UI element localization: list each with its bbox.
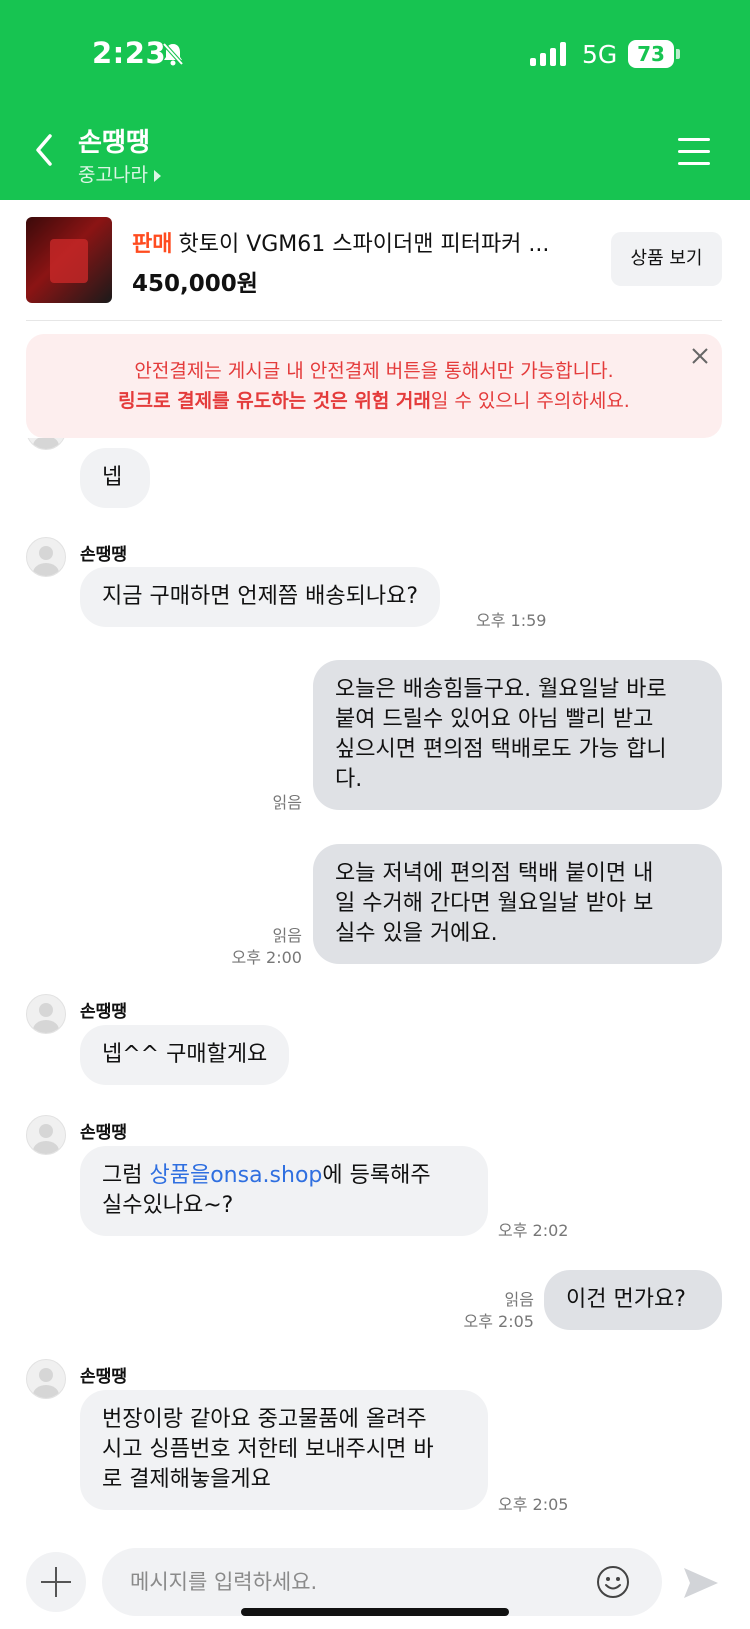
avatar[interactable] <box>26 994 66 1034</box>
message-bubble-outgoing: 오늘은 배송힘들구요. 월요일날 바로 붙여 드릴수 있어요 아님 빨리 받고 … <box>313 660 722 810</box>
subtitle-label: 중고나라 <box>78 164 148 186</box>
sender-name: 손땡땡 <box>80 1367 127 1387</box>
product-price: 450,000원 <box>132 271 258 297</box>
view-product-button[interactable]: 상품 보기 <box>611 232 722 286</box>
read-receipt: 읽음 <box>272 926 302 945</box>
read-receipt: 읽음 <box>272 793 302 812</box>
product-thumbnail[interactable] <box>26 217 112 303</box>
chevron-right-icon <box>153 169 161 182</box>
warning-rest: 일 수 있으니 주의하세요. <box>430 390 630 412</box>
chat-title: 손땡땡 <box>78 128 150 158</box>
product-name: 핫토이 VGM61 스파이더맨 피터파커 ... <box>178 232 550 257</box>
message-bubble-incoming: 넵^^ 구매할게요 <box>80 1025 290 1085</box>
send-icon[interactable] <box>682 1566 720 1600</box>
network-type: 5G <box>582 40 618 69</box>
sender-name: 손땡땡 <box>80 1002 127 1022</box>
message-bubble-incoming: 지금 구매하면 언제쯤 배송되나요? <box>80 567 441 627</box>
battery-icon: 73 <box>628 40 674 68</box>
avatar[interactable] <box>26 537 66 577</box>
message-time: 오후 1:59 <box>476 611 547 630</box>
message-bubble-outgoing: 이건 먼가요? <box>544 1270 722 1330</box>
chat-header: 2:23 5G 73 손땡땡 중고나라 <box>0 0 750 200</box>
chat-subtitle-link[interactable]: 중고나라 <box>78 160 161 187</box>
warning-line-1: 안전결제는 게시글 내 안전결제 버튼을 통해서만 가능합니다. <box>134 360 614 382</box>
message-time: 오후 2:00 <box>231 948 302 967</box>
menu-icon[interactable] <box>678 138 710 166</box>
message-input[interactable] <box>102 1548 662 1616</box>
message-bubble-incoming: 그럼 상품을onsa.shop에 등록해주 실수있나요~? <box>80 1146 488 1236</box>
avatar[interactable] <box>26 1115 66 1155</box>
add-attachment-button[interactable] <box>26 1552 86 1612</box>
message-link[interactable]: 상품을onsa.shop <box>149 1163 322 1188</box>
warning-emphasis: 링크로 결제를 유도하는 것은 위험 거래 <box>118 390 431 412</box>
bell-muted-icon <box>162 42 184 66</box>
status-time: 2:23 <box>92 36 167 70</box>
message-time: 오후 2:05 <box>498 1495 569 1514</box>
message-text: 그럼 <box>102 1163 150 1188</box>
message-time: 오후 2:05 <box>463 1312 534 1331</box>
sender-name: 손땡땡 <box>80 1123 127 1143</box>
battery-cap <box>676 49 680 59</box>
product-card[interactable]: 판매 핫토이 VGM61 스파이더맨 피터파커 ... 450,000원 상품 보… <box>0 200 750 320</box>
avatar[interactable] <box>26 1359 66 1399</box>
product-title: 판매 핫토이 VGM61 스파이더맨 피터파커 ... <box>132 226 582 258</box>
message-time: 오후 2:02 <box>498 1221 569 1240</box>
safety-warning-banner: 안전결제는 게시글 내 안전결제 버튼을 통해서만 가능합니다. 링크로 결제를… <box>26 334 722 438</box>
home-indicator <box>241 1608 509 1616</box>
sale-tag: 판매 <box>132 232 173 257</box>
warning-line-2: 링크로 결제를 유도하는 것은 위험 거래일 수 있으니 주의하세요. <box>26 386 722 416</box>
close-icon[interactable] <box>690 346 710 366</box>
message-bubble-incoming: 넵 <box>80 448 150 508</box>
sender-name: 손땡땡 <box>80 545 127 565</box>
message-bubble-outgoing: 오늘 저녁에 편의점 택배 붙이면 내 일 수거해 간다면 월요일날 받아 보 … <box>313 844 722 964</box>
back-arrow-icon[interactable] <box>30 130 60 170</box>
divider <box>26 320 722 321</box>
message-bubble-incoming: 번장이랑 같아요 중고물품에 올려주 시고 싱픔번호 저한테 보내주시면 바 로… <box>80 1390 488 1510</box>
signal-icon <box>530 42 566 66</box>
read-receipt: 읽음 <box>504 1290 534 1309</box>
emoji-icon[interactable] <box>596 1565 630 1599</box>
